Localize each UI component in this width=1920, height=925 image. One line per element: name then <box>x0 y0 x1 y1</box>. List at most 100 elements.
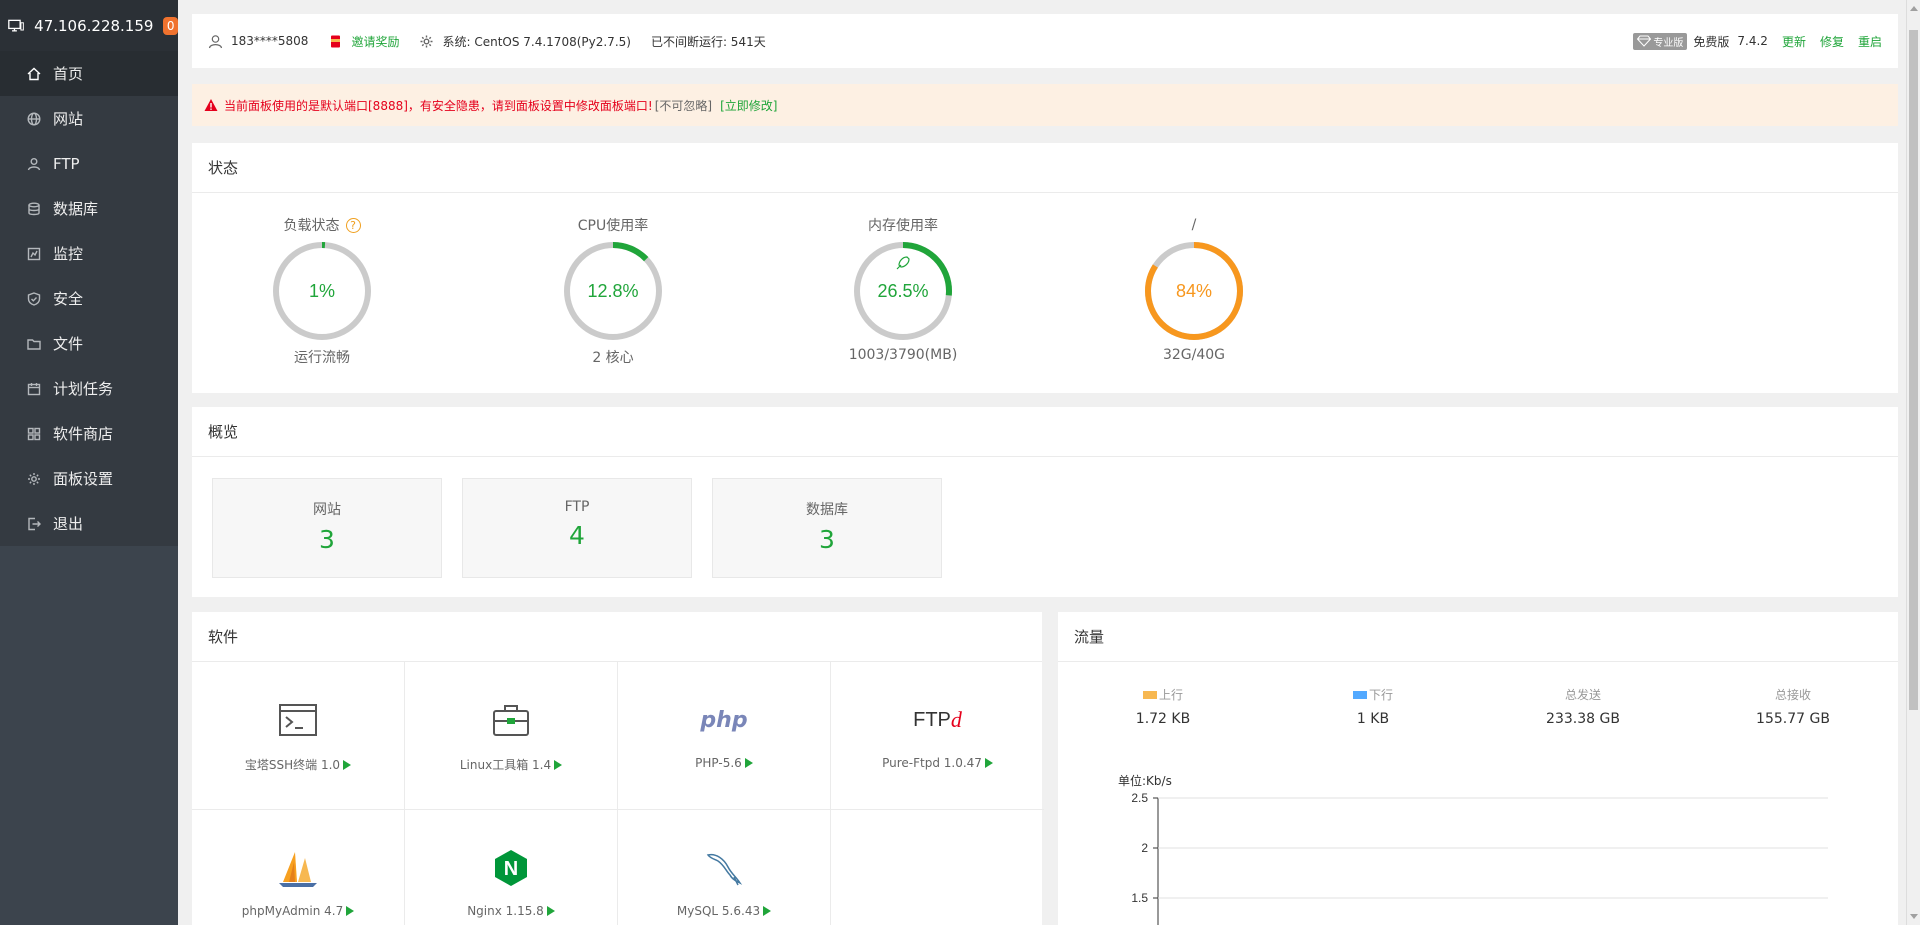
repair-link[interactable]: 修复 <box>1820 33 1844 50</box>
scroll-thumb[interactable] <box>1909 30 1918 710</box>
chart-unit-label: 单位:Kb/s <box>1118 774 1172 788</box>
software-item-php[interactable]: php PHP-5.6 <box>618 662 831 810</box>
update-link[interactable]: 更新 <box>1782 33 1806 50</box>
ftp-logo-d: d <box>950 707 962 732</box>
cpu-gauge[interactable]: CPU使用率 12.8% 2 核心 <box>503 215 723 367</box>
sidebar: 47.106.228.159 0 首页 网站 FTP 数据库 监控 安全 文件 … <box>0 0 178 925</box>
rocket-icon[interactable] <box>896 256 910 270</box>
pro-badge[interactable]: 专业版 <box>1633 32 1688 50</box>
traffic-panel: 流量 上行 1.72 KB 下行 1 KB 总发送 233.38 GB 总接收 … <box>1058 612 1898 925</box>
server-ip: 47.106.228.159 <box>34 16 154 35</box>
play-icon[interactable] <box>346 906 355 916</box>
user-info: 183****5808 <box>208 34 308 49</box>
gauge-ring: 12.8% <box>564 242 662 340</box>
globe-icon <box>26 111 42 127</box>
traffic-recv-label: 总接收 <box>1774 688 1811 702</box>
system-info: 系统: CentOS 7.4.1708(Py2.7.5) <box>419 33 631 50</box>
load-gauge[interactable]: 负载状态 ? 1% 运行流畅 <box>212 215 432 367</box>
software-item-toolbox[interactable]: Linux工具箱 1.4 <box>405 662 618 810</box>
database-icon <box>26 201 42 217</box>
nav-item-database[interactable]: 数据库 <box>0 186 178 231</box>
invite-link[interactable]: 邀请奖励 <box>328 33 399 50</box>
up-legend-swatch <box>1142 690 1157 699</box>
grid-icon <box>26 426 42 442</box>
software-item-nginx[interactable]: N Nginx 1.15.8 <box>405 810 618 925</box>
restart-link[interactable]: 重启 <box>1858 33 1882 50</box>
help-icon[interactable]: ? <box>345 217 361 233</box>
warning-icon <box>204 99 218 111</box>
nav-item-logout[interactable]: 退出 <box>0 501 178 546</box>
nav-item-monitor[interactable]: 监控 <box>0 231 178 276</box>
play-icon[interactable] <box>343 759 352 770</box>
nav-label: FTP <box>53 154 80 173</box>
traffic-recv: 总接收 155.77 GB <box>1688 686 1898 727</box>
message-badge[interactable]: 0 <box>163 16 178 35</box>
overview-label: 数据库 <box>806 502 848 518</box>
gauge-sub: 运行流畅 <box>294 350 350 366</box>
software-item-phpmyadmin[interactable]: phpMyAdmin 4.7 <box>192 810 405 925</box>
traffic-down-label: 下行 <box>1368 688 1393 702</box>
server-header[interactable]: 47.106.228.159 0 <box>0 0 178 51</box>
calendar-icon <box>26 381 42 397</box>
software-item-mysql[interactable]: MySQL 5.6.43 <box>618 810 831 925</box>
main-content: 183****5808 邀请奖励 系统: CentOS 7.4.1708(Py2… <box>178 0 1920 925</box>
top-info-bar: 183****5808 邀请奖励 系统: CentOS 7.4.1708(Py2… <box>192 14 1898 68</box>
gift-icon <box>331 35 341 47</box>
vertical-scrollbar[interactable] <box>1906 0 1920 925</box>
play-icon[interactable] <box>984 758 993 768</box>
scroll-up-arrow[interactable] <box>1910 6 1918 11</box>
version-area: 专业版 免费版 7.4.2 更新 修复 重启 <box>1633 32 1882 50</box>
nav-item-files[interactable]: 文件 <box>0 321 178 366</box>
software-label: Pure-Ftpd 1.0.47 <box>882 756 982 770</box>
nav-item-website[interactable]: 网站 <box>0 96 178 141</box>
software-item-ftpd[interactable]: FTP d Pure-Ftpd 1.0.47 <box>831 662 1044 810</box>
play-icon[interactable] <box>546 906 555 916</box>
overview-value: 3 <box>819 525 835 554</box>
traffic-down-value: 1 KB <box>1356 711 1390 727</box>
nav-label: 文件 <box>53 335 84 353</box>
nav-item-security[interactable]: 安全 <box>0 276 178 321</box>
nav-item-cron[interactable]: 计划任务 <box>0 366 178 411</box>
mysql-icon <box>706 853 743 886</box>
gauge-ring: 26.5% <box>854 242 952 340</box>
home-icon <box>26 66 42 82</box>
nav-item-ftp[interactable]: FTP <box>0 141 178 186</box>
traffic-sent-label: 总发送 <box>1564 688 1601 702</box>
overview-label: FTP <box>564 499 590 515</box>
software-label: 宝塔SSH终端 1.0 <box>244 758 341 772</box>
scroll-down-arrow[interactable] <box>1910 914 1918 919</box>
pro-label: 专业版 <box>1653 37 1684 49</box>
nav-item-settings[interactable]: 面板设置 <box>0 456 178 501</box>
overview-card-database[interactable]: 数据库 3 <box>712 478 942 578</box>
alert-fix-link[interactable]: [立即修改] <box>720 97 777 114</box>
nav-item-store[interactable]: 软件商店 <box>0 411 178 456</box>
gauge-label: / <box>1191 217 1197 233</box>
nav-item-home[interactable]: 首页 <box>0 51 178 96</box>
software-label: PHP-5.6 <box>695 756 742 770</box>
gauge-label: 负载状态 ? <box>212 215 432 235</box>
security-alert: 当前面板使用的是默认端口[8888]，有安全隐患，请到面板设置中修改面板端口! … <box>192 84 1898 126</box>
nav-label: 软件商店 <box>53 425 114 443</box>
play-icon[interactable] <box>744 758 753 768</box>
software-item-ssh[interactable]: 宝塔SSH终端 1.0 <box>192 662 405 810</box>
gauge-ring: 1% <box>273 242 371 340</box>
traffic-up: 上行 1.72 KB <box>1058 686 1268 727</box>
traffic-down: 下行 1 KB <box>1268 686 1478 727</box>
gauge-label: 内存使用率 <box>868 218 938 234</box>
play-icon[interactable] <box>763 906 772 916</box>
play-icon[interactable] <box>554 759 563 770</box>
shield-icon <box>26 291 42 307</box>
overview-card-website[interactable]: 网站 3 <box>212 478 442 578</box>
disk-gauge[interactable]: / 84% 32G/40G <box>1084 215 1304 363</box>
gauge-ring: 84% <box>1145 242 1243 340</box>
nav-label: 安全 <box>53 290 84 308</box>
gear-icon <box>26 471 42 487</box>
gauge-sub: 2 核心 <box>592 350 634 366</box>
overview-card-ftp[interactable]: FTP 4 <box>462 478 692 578</box>
memory-gauge[interactable]: 内存使用率 26.5% 1003/3790(MB) <box>793 215 1013 363</box>
chart-y-tick-label: 2 <box>1141 841 1148 855</box>
monitor-icon <box>8 19 24 31</box>
nav-label: 网站 <box>53 110 84 128</box>
chart-y-tick-label: 1.5 <box>1131 891 1148 905</box>
system-label: 系统: CentOS 7.4.1708(Py2.7.5) <box>442 34 631 49</box>
